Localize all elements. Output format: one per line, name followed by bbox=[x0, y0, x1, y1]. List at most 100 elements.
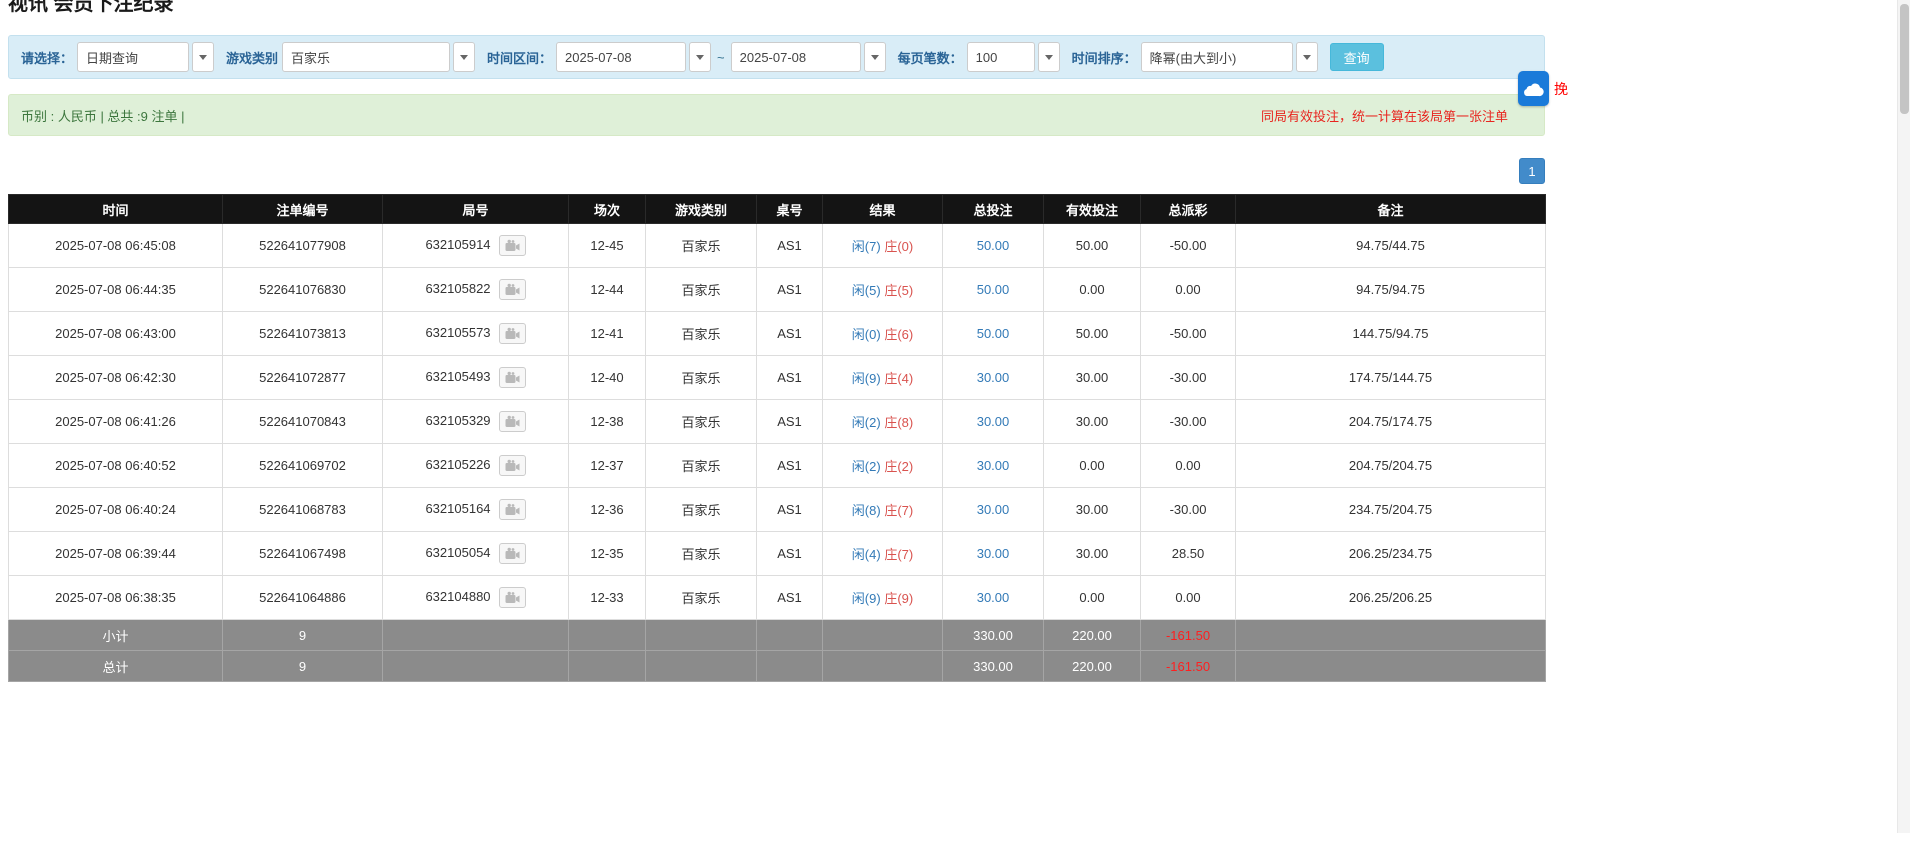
summary-total-bet: 330.00 bbox=[942, 650, 1044, 682]
video-replay-button[interactable] bbox=[498, 499, 526, 520]
summary-empty-cell bbox=[568, 650, 646, 682]
page-button-1[interactable]: 1 bbox=[1519, 158, 1545, 184]
cell-total-bet[interactable]: 30.00 bbox=[942, 443, 1044, 488]
round-id-text: 632105573 bbox=[425, 324, 491, 340]
sort-order-dropdown-button[interactable] bbox=[1295, 42, 1318, 72]
currency-summary-text: 币别 : 人民币 | 总共 :9 注单 | bbox=[21, 108, 185, 124]
cell-valid-bet: 30.00 bbox=[1043, 355, 1141, 400]
cell-remark: 204.75/204.75 bbox=[1235, 443, 1546, 488]
date-mode-dropdown-button[interactable] bbox=[192, 42, 215, 72]
summary-empty-cell bbox=[822, 619, 943, 651]
column-header: 局号 bbox=[382, 194, 569, 224]
cell-table-no: AS1 bbox=[756, 267, 823, 312]
page-size-dropdown-button[interactable] bbox=[1037, 42, 1060, 72]
filter-bar: 请选择： 游戏类别 时间区间： ~ 每页笔数： 时间排序： bbox=[8, 35, 1545, 79]
cell-total-bet[interactable]: 30.00 bbox=[942, 531, 1044, 576]
cell-table-no: AS1 bbox=[756, 223, 823, 268]
video-replay-button[interactable] bbox=[498, 235, 526, 256]
vertical-scrollbar[interactable]: ▲ bbox=[1897, 0, 1910, 833]
cell-bet-id: 522641070843 bbox=[222, 399, 383, 444]
cell-bet-id: 522641077908 bbox=[222, 223, 383, 268]
camera-icon bbox=[505, 283, 520, 295]
scroll-up-arrow-icon[interactable]: ▲ bbox=[1898, 0, 1910, 2]
camera-icon bbox=[505, 327, 520, 339]
column-header: 游戏类别 bbox=[645, 194, 757, 224]
page-size-input[interactable] bbox=[966, 42, 1035, 72]
video-replay-button[interactable] bbox=[498, 367, 526, 388]
column-header: 有效投注 bbox=[1043, 194, 1141, 224]
sort-order-input[interactable] bbox=[1140, 42, 1293, 72]
video-replay-button[interactable] bbox=[498, 323, 526, 344]
cell-session: 12-40 bbox=[568, 355, 646, 400]
result-banker: 庄(7) bbox=[884, 547, 914, 562]
cell-bet-id: 522641068783 bbox=[222, 487, 383, 532]
cell-payout: -30.00 bbox=[1140, 399, 1236, 444]
cell-time: 2025-07-08 06:40:52 bbox=[8, 443, 223, 488]
cell-valid-bet: 0.00 bbox=[1043, 575, 1141, 620]
date-from-dropdown-button[interactable] bbox=[689, 42, 712, 72]
summary-total-bet: 330.00 bbox=[942, 619, 1044, 651]
result-banker: 庄(8) bbox=[884, 415, 914, 430]
round-id-text: 632105822 bbox=[425, 280, 491, 296]
cell-round-id: 632105329 bbox=[382, 399, 569, 444]
cell-valid-bet: 30.00 bbox=[1043, 399, 1141, 444]
column-header: 桌号 bbox=[756, 194, 823, 224]
cell-total-bet[interactable]: 30.00 bbox=[942, 575, 1044, 620]
summary-count: 9 bbox=[222, 650, 383, 682]
video-replay-button[interactable] bbox=[498, 543, 526, 564]
cell-game-type: 百家乐 bbox=[645, 443, 757, 488]
table-row: 2025-07-08 06:40:24 522641068783 632105164… bbox=[8, 487, 1546, 532]
cell-remark: 206.25/206.25 bbox=[1235, 575, 1546, 620]
video-replay-button[interactable] bbox=[498, 587, 526, 608]
round-id-text: 632104880 bbox=[425, 588, 491, 604]
date-from-input[interactable] bbox=[556, 42, 687, 72]
cell-total-bet[interactable]: 50.00 bbox=[942, 267, 1044, 312]
date-to-input[interactable] bbox=[730, 42, 861, 72]
total-row: 总计 9 330.00 220.00 -161.50 bbox=[8, 650, 1546, 682]
cloud-button[interactable] bbox=[1518, 71, 1549, 106]
chevron-down-icon bbox=[1044, 54, 1053, 60]
sort-order-label: 时间排序： bbox=[1071, 50, 1137, 66]
cell-round-id: 632104880 bbox=[382, 575, 569, 620]
cell-total-bet[interactable]: 50.00 bbox=[942, 311, 1044, 356]
cell-total-bet[interactable]: 30.00 bbox=[942, 355, 1044, 400]
cell-time: 2025-07-08 06:39:44 bbox=[8, 531, 223, 576]
cell-valid-bet: 50.00 bbox=[1043, 223, 1141, 268]
cell-total-bet[interactable]: 30.00 bbox=[942, 487, 1044, 532]
cell-table-no: AS1 bbox=[756, 311, 823, 356]
video-replay-button[interactable] bbox=[498, 455, 526, 476]
date-to-dropdown-button[interactable] bbox=[863, 42, 886, 72]
video-replay-button[interactable] bbox=[498, 279, 526, 300]
date-mode-label: 请选择： bbox=[21, 50, 74, 66]
scroll-thumb[interactable] bbox=[1900, 4, 1909, 114]
round-id-text: 632105914 bbox=[425, 236, 491, 252]
game-type-input[interactable] bbox=[282, 42, 451, 72]
cell-round-id: 632105822 bbox=[382, 267, 569, 312]
cell-total-bet[interactable]: 30.00 bbox=[942, 399, 1044, 444]
summary-payout: -161.50 bbox=[1140, 650, 1236, 682]
cell-result: 闲(7) 庄(0) bbox=[822, 223, 943, 268]
cell-total-bet[interactable]: 50.00 bbox=[942, 223, 1044, 268]
cell-game-type: 百家乐 bbox=[645, 399, 757, 444]
result-player: 闲(4) bbox=[851, 547, 881, 562]
game-type-dropdown-button[interactable] bbox=[453, 42, 476, 72]
result-player: 闲(8) bbox=[851, 503, 881, 518]
round-id-text: 632105054 bbox=[425, 544, 491, 560]
cell-valid-bet: 30.00 bbox=[1043, 531, 1141, 576]
cell-bet-id: 522641072877 bbox=[222, 355, 383, 400]
result-player: 闲(9) bbox=[851, 591, 881, 606]
date-mode-select bbox=[77, 42, 215, 72]
search-button[interactable]: 查询 bbox=[1329, 43, 1384, 71]
cell-result: 闲(0) 庄(6) bbox=[822, 311, 943, 356]
cell-round-id: 632105054 bbox=[382, 531, 569, 576]
cell-round-id: 632105164 bbox=[382, 487, 569, 532]
camera-icon bbox=[505, 371, 520, 383]
video-replay-button[interactable] bbox=[498, 411, 526, 432]
cell-round-id: 632105914 bbox=[382, 223, 569, 268]
date-mode-input[interactable] bbox=[77, 42, 190, 72]
page-title: 视讯 会员下注纪录 bbox=[8, 0, 174, 15]
summary-empty-cell bbox=[568, 619, 646, 651]
cell-game-type: 百家乐 bbox=[645, 223, 757, 268]
summary-label: 小计 bbox=[8, 619, 223, 651]
round-id-text: 632105329 bbox=[425, 412, 491, 428]
